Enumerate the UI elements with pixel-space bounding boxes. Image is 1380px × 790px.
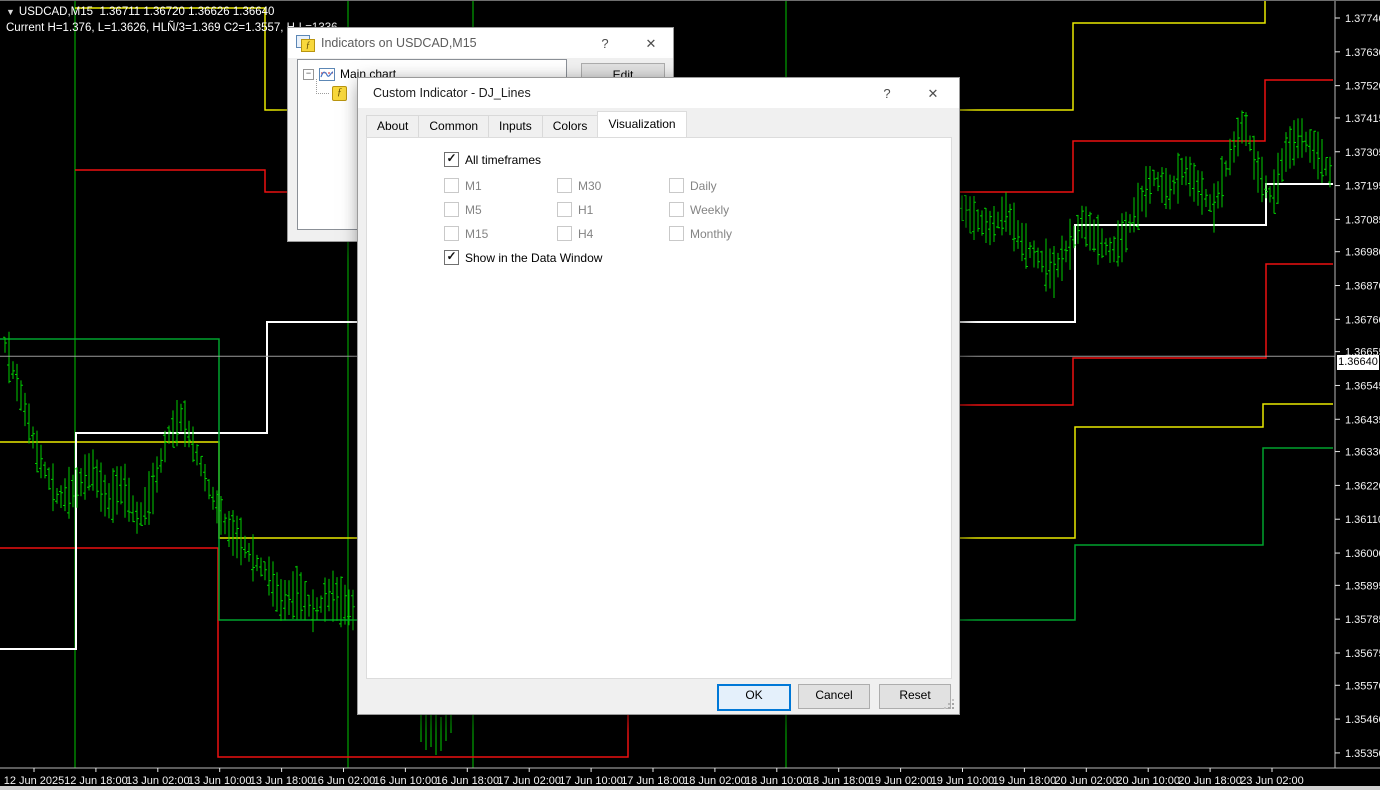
checkbox-show-data-window[interactable] (444, 250, 459, 265)
price-tick-label: 1.35785 (1345, 614, 1380, 626)
tree-connector (316, 79, 329, 94)
price-tick-label: 1.36545 (1345, 380, 1380, 392)
tab-common[interactable]: Common (418, 115, 489, 137)
chart-header-symbol: ▼ USDCAD,M15 1.36711 1.36720 1.36626 1.36… (6, 6, 274, 18)
tree-item-indicator[interactable]: ƒ (312, 86, 352, 101)
visualization-tab-page: All timeframes M1 M5 M15 M30 H1 (366, 137, 952, 679)
indicator-line-red-right-lower (955, 264, 1333, 405)
checkbox-h1 (557, 202, 572, 217)
reset-button[interactable]: Reset (879, 684, 951, 709)
m5-label: M5 (465, 203, 482, 217)
custom-indicator-dialog: Custom Indicator - DJ_Lines ? ✕ About Co… (357, 77, 960, 715)
custom-dialog-titlebar[interactable]: Custom Indicator - DJ_Lines ? ✕ (358, 78, 959, 108)
tab-strip: About Common Inputs Colors Visualization (366, 114, 686, 137)
weekly-label: Weekly (690, 203, 729, 217)
price-tick-label: 1.36000 (1345, 548, 1380, 560)
price-tick-label: 1.35460 (1345, 714, 1380, 726)
checkbox-weekly (669, 202, 684, 217)
close-button[interactable]: ✕ (920, 84, 946, 103)
monthly-row: Monthly (669, 226, 732, 241)
window-bottom-edge (0, 786, 1380, 790)
show-data-window-row: Show in the Data Window (444, 250, 602, 265)
indicators-dialog-icon: ƒ (296, 35, 314, 51)
checkbox-monthly (669, 226, 684, 241)
price-tick-label: 1.37740 (1345, 13, 1380, 25)
price-tick-label: 1.37195 (1345, 181, 1380, 193)
checkbox-m15 (444, 226, 459, 241)
custom-dialog-title: Custom Indicator - DJ_Lines (373, 86, 531, 100)
m15-row: M15 (444, 226, 488, 241)
price-tick-label: 1.37415 (1345, 113, 1380, 125)
checkbox-m30 (557, 178, 572, 193)
candles-cluster-1 (956, 111, 1332, 299)
h4-label: H4 (578, 227, 593, 241)
price-tick-label: 1.37305 (1345, 147, 1380, 159)
cancel-button[interactable]: Cancel (798, 684, 870, 709)
tab-visualization[interactable]: Visualization (597, 111, 686, 137)
checkbox-m1 (444, 178, 459, 193)
price-tick-label: 1.36870 (1345, 281, 1380, 293)
checkbox-all-timeframes[interactable] (444, 152, 459, 167)
tab-about[interactable]: About (366, 115, 419, 137)
price-tick-label: 1.36220 (1345, 480, 1380, 492)
price-tick-label: 1.35350 (1345, 748, 1380, 760)
price-tick-label: 1.36980 (1345, 247, 1380, 259)
daily-label: Daily (690, 179, 717, 193)
indicators-dialog-titlebar[interactable]: ƒ Indicators on USDCAD,M15 ? ✕ (288, 28, 673, 58)
all-timeframes-label: All timeframes (465, 153, 541, 167)
close-button[interactable]: ✕ (638, 34, 664, 53)
help-button[interactable]: ? (874, 84, 900, 103)
show-data-window-label: Show in the Data Window (465, 251, 602, 265)
price-tick-label: 1.35570 (1345, 680, 1380, 692)
tree-collapse-icon[interactable]: − (303, 69, 314, 80)
resize-grip-icon[interactable] (943, 698, 955, 710)
price-tick-label: 1.35675 (1345, 648, 1380, 660)
m5-row: M5 (444, 202, 482, 217)
current-price-badge: 1.36640 (1337, 355, 1379, 370)
h1-label: H1 (578, 203, 593, 217)
all-timeframes-row: All timeframes (444, 152, 541, 167)
candles-cluster-0 (3, 332, 355, 632)
price-tick-label: 1.36760 (1345, 314, 1380, 326)
m1-row: M1 (444, 178, 482, 193)
price-tick-label: 1.37630 (1345, 47, 1380, 59)
weekly-row: Weekly (669, 202, 729, 217)
price-tick-label: 1.36435 (1345, 414, 1380, 426)
mt4-window: 1.37740 1.37630 1.37520 1.37415 1.37305 1.371… (0, 0, 1380, 790)
h4-row: H4 (557, 226, 593, 241)
symbol-ohlc-text: USDCAD,M15 1.36711 1.36720 1.36626 1.366… (19, 6, 275, 18)
monthly-label: Monthly (690, 227, 732, 241)
tab-colors[interactable]: Colors (542, 115, 599, 137)
price-tick-label: 1.37085 (1345, 214, 1380, 226)
indicators-dialog-title: Indicators on USDCAD,M15 (321, 36, 477, 50)
h1-row: H1 (557, 202, 593, 217)
m1-label: M1 (465, 179, 482, 193)
m30-label: M30 (578, 179, 601, 193)
tab-inputs[interactable]: Inputs (488, 115, 543, 137)
price-tick-label: 1.37520 (1345, 81, 1380, 93)
candle-wicks (421, 713, 451, 755)
chevron-down-icon[interactable]: ▼ (6, 7, 15, 17)
m30-row: M30 (557, 178, 601, 193)
price-tick-label: 1.36330 (1345, 447, 1380, 459)
price-tick-label: 1.35895 (1345, 580, 1380, 592)
checkbox-m5 (444, 202, 459, 217)
checkbox-daily (669, 178, 684, 193)
help-button[interactable]: ? (592, 34, 618, 53)
function-icon: ƒ (332, 86, 347, 101)
price-tick-label: 1.36110 (1345, 514, 1380, 526)
ok-button[interactable]: OK (717, 684, 791, 711)
daily-row: Daily (669, 178, 717, 193)
m15-label: M15 (465, 227, 488, 241)
checkbox-h4 (557, 226, 572, 241)
